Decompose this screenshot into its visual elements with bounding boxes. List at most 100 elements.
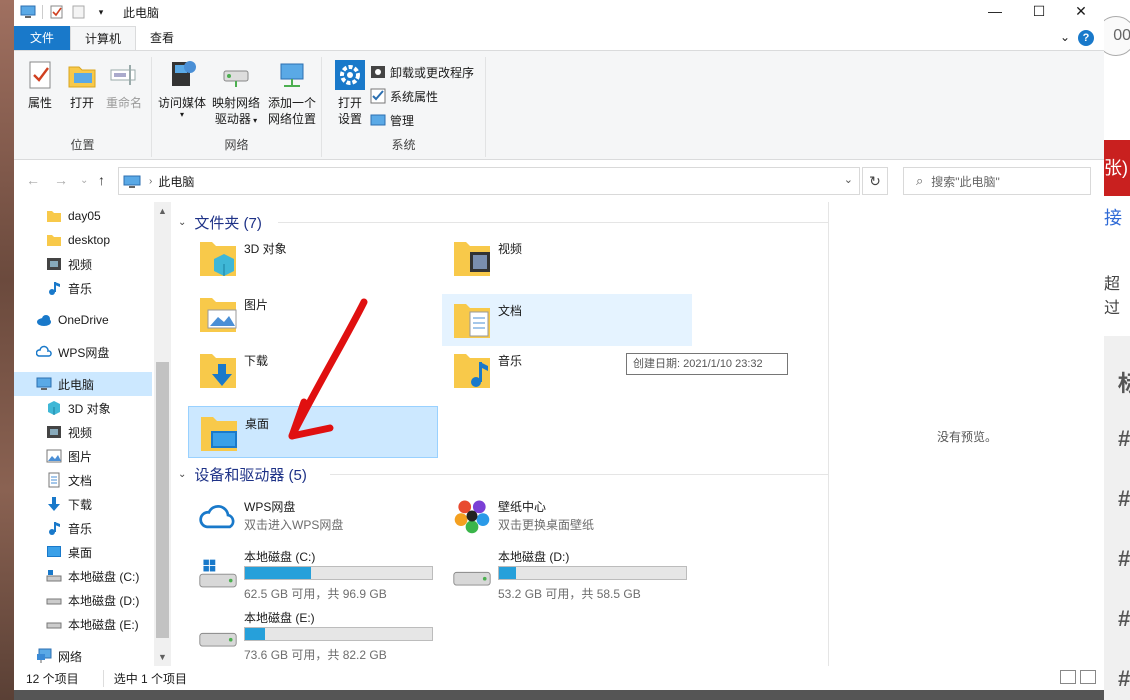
nav-item-downloads[interactable]: 下载 <box>14 492 152 516</box>
breadcrumb[interactable]: 此电脑 <box>158 173 194 190</box>
recent-locations-chevron-icon[interactable]: ⌄ <box>80 175 88 186</box>
manage-label: 管理 <box>390 113 415 128</box>
access-media-button[interactable]: 访问媒体 ▾ <box>156 59 208 119</box>
nav-item-drive-e[interactable]: 本地磁盘 (E:) <box>14 612 152 636</box>
address-bar[interactable]: › 此电脑 ⌄ <box>118 167 860 195</box>
search-input[interactable]: ⌕ 搜索"此电脑" <box>903 167 1091 195</box>
forward-arrow-icon[interactable]: → <box>54 172 68 188</box>
drive-e[interactable]: 本地磁盘 (E:) 73.6 GB 可用，共 82.2 GB <box>188 609 438 665</box>
tab-computer[interactable]: 计算机 <box>70 26 137 50</box>
nav-item-day05[interactable]: day05 <box>14 204 152 228</box>
music-icon <box>46 520 62 536</box>
ribbon-group-network: 访问媒体 ▾ 映射网络 驱动器 ▾ 添加一个 网络位置 网络 <box>152 57 322 157</box>
map-network-drive-button[interactable]: 映射网络 驱动器 ▾ <box>208 59 264 129</box>
document-folder-icon <box>454 304 490 338</box>
divider <box>278 222 828 223</box>
open-button[interactable]: 打开 <box>58 59 106 111</box>
background-browser-fragment: 00 张) 接 超过 标 # # # # # <box>1104 0 1130 700</box>
uninstall-icon <box>370 64 386 80</box>
drive-usage-bar <box>244 627 433 641</box>
up-arrow-icon[interactable]: ↑ <box>98 172 105 188</box>
details-view-icon[interactable] <box>1060 670 1076 684</box>
breadcrumb-chevron-icon[interactable]: › <box>149 176 152 187</box>
open-settings-button[interactable]: 打开 设置 <box>326 59 374 127</box>
browser-hash-fragment: # <box>1118 606 1130 631</box>
new-folder-quick-icon[interactable] <box>71 4 87 20</box>
minimize-button[interactable]: — <box>972 0 1018 24</box>
computer-icon <box>20 4 36 20</box>
nav-item-this-pc[interactable]: 此电脑 <box>14 372 152 396</box>
windows-drive-icon <box>199 559 237 588</box>
nav-item-network[interactable]: 网络 <box>14 644 152 666</box>
network-icon <box>36 648 52 664</box>
wps-cloud-icon <box>35 344 52 360</box>
drive-c[interactable]: 本地磁盘 (C:) 62.5 GB 可用，共 96.9 GB <box>188 548 438 604</box>
properties-quick-icon[interactable] <box>49 4 65 20</box>
nav-item-desktop-folder[interactable]: desktop <box>14 228 152 252</box>
back-arrow-icon[interactable]: ← <box>26 172 40 188</box>
close-button[interactable]: ✕ <box>1058 0 1104 24</box>
refresh-button[interactable]: ↻ <box>862 167 888 195</box>
nav-item-drive-c[interactable]: 本地磁盘 (C:) <box>14 564 152 588</box>
manage-button[interactable]: 管理 <box>370 109 414 131</box>
customize-quick-access-icon[interactable]: ▾ <box>93 4 109 20</box>
divider <box>42 5 43 19</box>
nav-item-music[interactable]: 音乐 <box>14 516 152 540</box>
tab-file[interactable]: 文件 <box>14 26 70 50</box>
rename-button[interactable]: 重命名 <box>100 59 148 111</box>
folder-3d-objects[interactable]: 3D 对象 <box>188 232 438 284</box>
nav-item-label: 文档 <box>68 473 93 488</box>
scroll-down-arrow-icon[interactable]: ▼ <box>154 652 171 662</box>
preview-message: 没有预览。 <box>937 430 998 444</box>
expand-ribbon-icon[interactable]: ⌄ <box>1060 30 1070 46</box>
ribbon: 属性 打开 重命名 位置 访问媒体 ▾ 映射网络 驱动器 ▾ 添加一个 网络位置… <box>14 50 1104 160</box>
nav-item-pictures[interactable]: 图片 <box>14 444 152 468</box>
maximize-button[interactable]: ☐ <box>1016 0 1062 24</box>
device-wallpaper-center[interactable]: 壁纸中心 双击更换桌面壁纸 <box>442 497 692 554</box>
document-icon <box>46 472 62 488</box>
nav-item-music-quick[interactable]: 音乐 <box>14 276 152 300</box>
folder-videos[interactable]: 视频 <box>442 232 692 284</box>
folders-section-header[interactable]: ⌄ 文件夹 (7) <box>178 212 262 233</box>
nav-item-label: 本地磁盘 (D:) <box>68 593 140 608</box>
folder-label: 图片 <box>244 298 269 312</box>
properties-button[interactable]: 属性 <box>16 59 64 111</box>
devices-section-header[interactable]: ⌄ 设备和驱动器 (5) <box>178 464 307 485</box>
properties-icon <box>24 59 56 91</box>
address-dropdown-icon[interactable]: ⌄ <box>844 173 853 186</box>
nav-item-onedrive[interactable]: OneDrive <box>14 308 152 332</box>
nav-item-3d-objects[interactable]: 3D 对象 <box>14 396 152 420</box>
nav-item-label: OneDrive <box>58 313 109 327</box>
picture-folder-icon <box>200 298 237 332</box>
cloud-icon <box>36 312 52 328</box>
computer-icon <box>123 175 141 188</box>
tab-view[interactable]: 查看 <box>136 26 188 50</box>
scrollbar-thumb[interactable] <box>156 362 169 638</box>
browser-red-banner-fragment: 张) <box>1104 140 1130 196</box>
nav-item-drive-d[interactable]: 本地磁盘 (D:) <box>14 588 152 612</box>
help-icon[interactable]: ? <box>1078 30 1094 46</box>
folder-tooltip: 创建日期: 2021/1/10 23:32 <box>626 353 788 375</box>
nav-scrollbar[interactable]: ▲ ▼ <box>154 202 171 666</box>
file-explorer-window: ▾ 此电脑 — ☐ ✕ 文件 计算机 查看 ⌄ ? 属性 打开 重命名 位置 访… <box>14 0 1104 700</box>
folder-label: 音乐 <box>498 354 523 368</box>
drive-icon <box>46 616 62 632</box>
folder-documents[interactable]: 文档 <box>442 294 692 346</box>
drive-icon <box>199 632 237 647</box>
uninstall-program-button[interactable]: 卸载或更改程序 <box>370 61 474 83</box>
nav-item-desktop[interactable]: 桌面 <box>14 540 152 564</box>
nav-item-videos-quick[interactable]: 视频 <box>14 252 152 276</box>
nav-item-documents[interactable]: 文档 <box>14 468 152 492</box>
device-wps-cloud[interactable]: WPS网盘 双击进入WPS网盘 <box>188 498 438 554</box>
drive-free-space: 73.6 GB 可用，共 82.2 GB <box>244 648 387 662</box>
collapse-chevron-icon[interactable]: ⌄ <box>178 217 186 228</box>
scroll-up-arrow-icon[interactable]: ▲ <box>154 206 171 216</box>
preview-pane: 没有预览。 <box>828 202 1104 666</box>
nav-item-videos[interactable]: 视频 <box>14 420 152 444</box>
add-network-location-button[interactable]: 添加一个 网络位置 <box>264 59 320 127</box>
nav-item-wps-cloud[interactable]: WPS网盘 <box>14 340 152 364</box>
collapse-chevron-icon[interactable]: ⌄ <box>178 469 186 480</box>
system-properties-button[interactable]: 系统属性 <box>370 85 438 107</box>
large-icons-view-icon[interactable] <box>1080 670 1096 684</box>
drive-d[interactable]: 本地磁盘 (D:) 53.2 GB 可用，共 58.5 GB <box>442 548 692 604</box>
